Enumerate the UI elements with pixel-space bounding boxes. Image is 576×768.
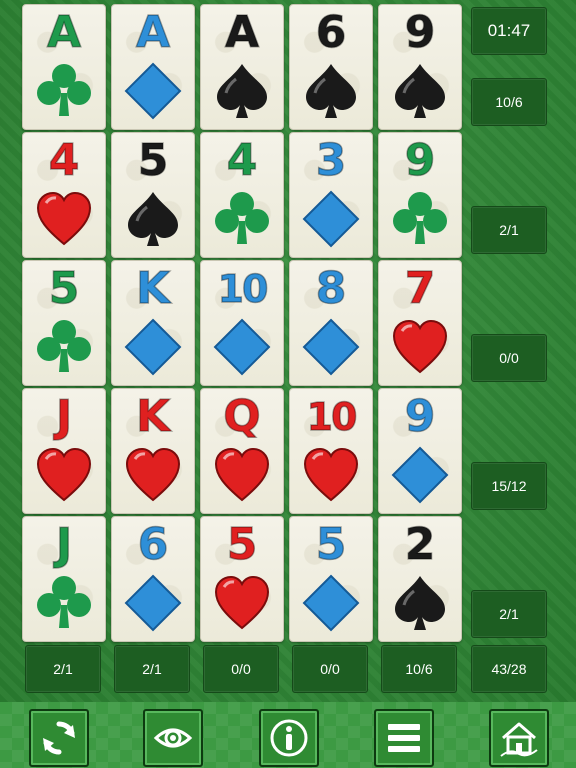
club-icon	[34, 317, 94, 377]
card-6-of-spades[interactable]: 6	[289, 4, 373, 130]
card-rank: 9	[404, 7, 436, 58]
card-rank: 6	[137, 519, 169, 570]
card-rank: 7	[404, 263, 436, 314]
row-score-3: 0/0	[471, 334, 547, 382]
card-9-of-spades[interactable]: 9	[378, 4, 462, 130]
column-score-5: 10/6	[381, 645, 457, 693]
diamond-icon	[390, 445, 450, 505]
card-4-of-hearts[interactable]: 4	[22, 132, 106, 258]
card-7-of-hearts[interactable]: 7	[378, 260, 462, 386]
card-j-of-hearts[interactable]: J	[22, 388, 106, 514]
heart-icon	[212, 573, 272, 633]
club-icon	[34, 573, 94, 633]
card-rank: 4	[48, 135, 80, 186]
card-5-of-spades[interactable]: 5	[111, 132, 195, 258]
card-rank: 5	[226, 519, 258, 570]
card-k-of-hearts[interactable]: K	[111, 388, 195, 514]
card-5-of-diamonds[interactable]: 5	[289, 516, 373, 642]
club-icon	[212, 189, 272, 249]
refresh-icon	[43, 721, 75, 755]
club-icon	[390, 189, 450, 249]
timer-display: 01:47	[471, 7, 547, 55]
total-score: 43/28	[471, 645, 547, 693]
column-score-4: 0/0	[292, 645, 368, 693]
card-rank: 5	[137, 135, 169, 186]
info-icon	[270, 719, 308, 757]
card-rank: K	[135, 391, 171, 442]
card-rank: J	[55, 391, 73, 442]
column-score-2: 2/1	[114, 645, 190, 693]
card-rank: 9	[404, 391, 436, 442]
menu-icon	[388, 724, 420, 752]
diamond-icon	[212, 317, 272, 377]
menu-button[interactable]	[374, 709, 434, 767]
card-9-of-diamonds[interactable]: 9	[378, 388, 462, 514]
card-8-of-diamonds[interactable]: 8	[289, 260, 373, 386]
hint-button[interactable]	[143, 709, 203, 767]
home-button[interactable]	[489, 709, 549, 767]
home-icon	[500, 722, 538, 757]
card-rank: K	[135, 263, 171, 314]
card-a-of-spades[interactable]: A	[200, 4, 284, 130]
card-a-of-diamonds[interactable]: A	[111, 4, 195, 130]
column-score-3: 0/0	[203, 645, 279, 693]
card-5-of-clubs[interactable]: 5	[22, 260, 106, 386]
card-5-of-hearts[interactable]: 5	[200, 516, 284, 642]
card-4-of-clubs[interactable]: 4	[200, 132, 284, 258]
card-rank: A	[224, 7, 260, 58]
toolbar	[0, 702, 576, 768]
card-rank: 5	[48, 263, 80, 314]
eye-icon	[153, 728, 193, 748]
card-rank: 5	[315, 519, 347, 570]
diamond-icon	[123, 61, 183, 121]
card-j-of-clubs[interactable]: J	[22, 516, 106, 642]
row-score-2: 2/1	[471, 206, 547, 254]
heart-icon	[34, 445, 94, 505]
row-score-5: 2/1	[471, 590, 547, 638]
card-rank: Q	[223, 391, 262, 442]
card-rank: J	[55, 519, 73, 570]
spade-icon	[390, 573, 450, 633]
card-rank: 10	[306, 394, 358, 440]
row-score-4: 15/12	[471, 462, 547, 510]
card-k-of-diamonds[interactable]: K	[111, 260, 195, 386]
diamond-icon	[301, 573, 361, 633]
spade-icon	[212, 61, 272, 121]
heart-icon	[212, 445, 272, 505]
card-10-of-hearts[interactable]: 10	[289, 388, 373, 514]
club-icon	[34, 61, 94, 121]
card-rank: 9	[404, 135, 436, 186]
heart-icon	[301, 445, 361, 505]
spade-icon	[123, 189, 183, 249]
heart-icon	[390, 317, 450, 377]
card-6-of-diamonds[interactable]: 6	[111, 516, 195, 642]
heart-icon	[34, 189, 94, 249]
info-button[interactable]	[259, 709, 319, 767]
restart-button[interactable]	[29, 709, 89, 767]
diamond-icon	[123, 317, 183, 377]
card-rank: 10	[217, 266, 269, 312]
card-rank: 3	[315, 135, 347, 186]
diamond-icon	[301, 189, 361, 249]
heart-icon	[123, 445, 183, 505]
card-rank: A	[46, 7, 82, 58]
diamond-icon	[123, 573, 183, 633]
spade-icon	[390, 61, 450, 121]
card-10-of-diamonds[interactable]: 10	[200, 260, 284, 386]
card-9-of-clubs[interactable]: 9	[378, 132, 462, 258]
spade-icon	[301, 61, 361, 121]
card-2-of-spades[interactable]: 2	[378, 516, 462, 642]
card-rank: 2	[404, 519, 436, 570]
card-rank: 4	[226, 135, 258, 186]
card-q-of-hearts[interactable]: Q	[200, 388, 284, 514]
diamond-icon	[301, 317, 361, 377]
card-rank: 6	[315, 7, 347, 58]
card-rank: 8	[315, 263, 347, 314]
card-a-of-clubs[interactable]: A	[22, 4, 106, 130]
card-3-of-diamonds[interactable]: 3	[289, 132, 373, 258]
column-score-1: 2/1	[25, 645, 101, 693]
row-score-1: 10/6	[471, 78, 547, 126]
card-rank: A	[135, 7, 171, 58]
